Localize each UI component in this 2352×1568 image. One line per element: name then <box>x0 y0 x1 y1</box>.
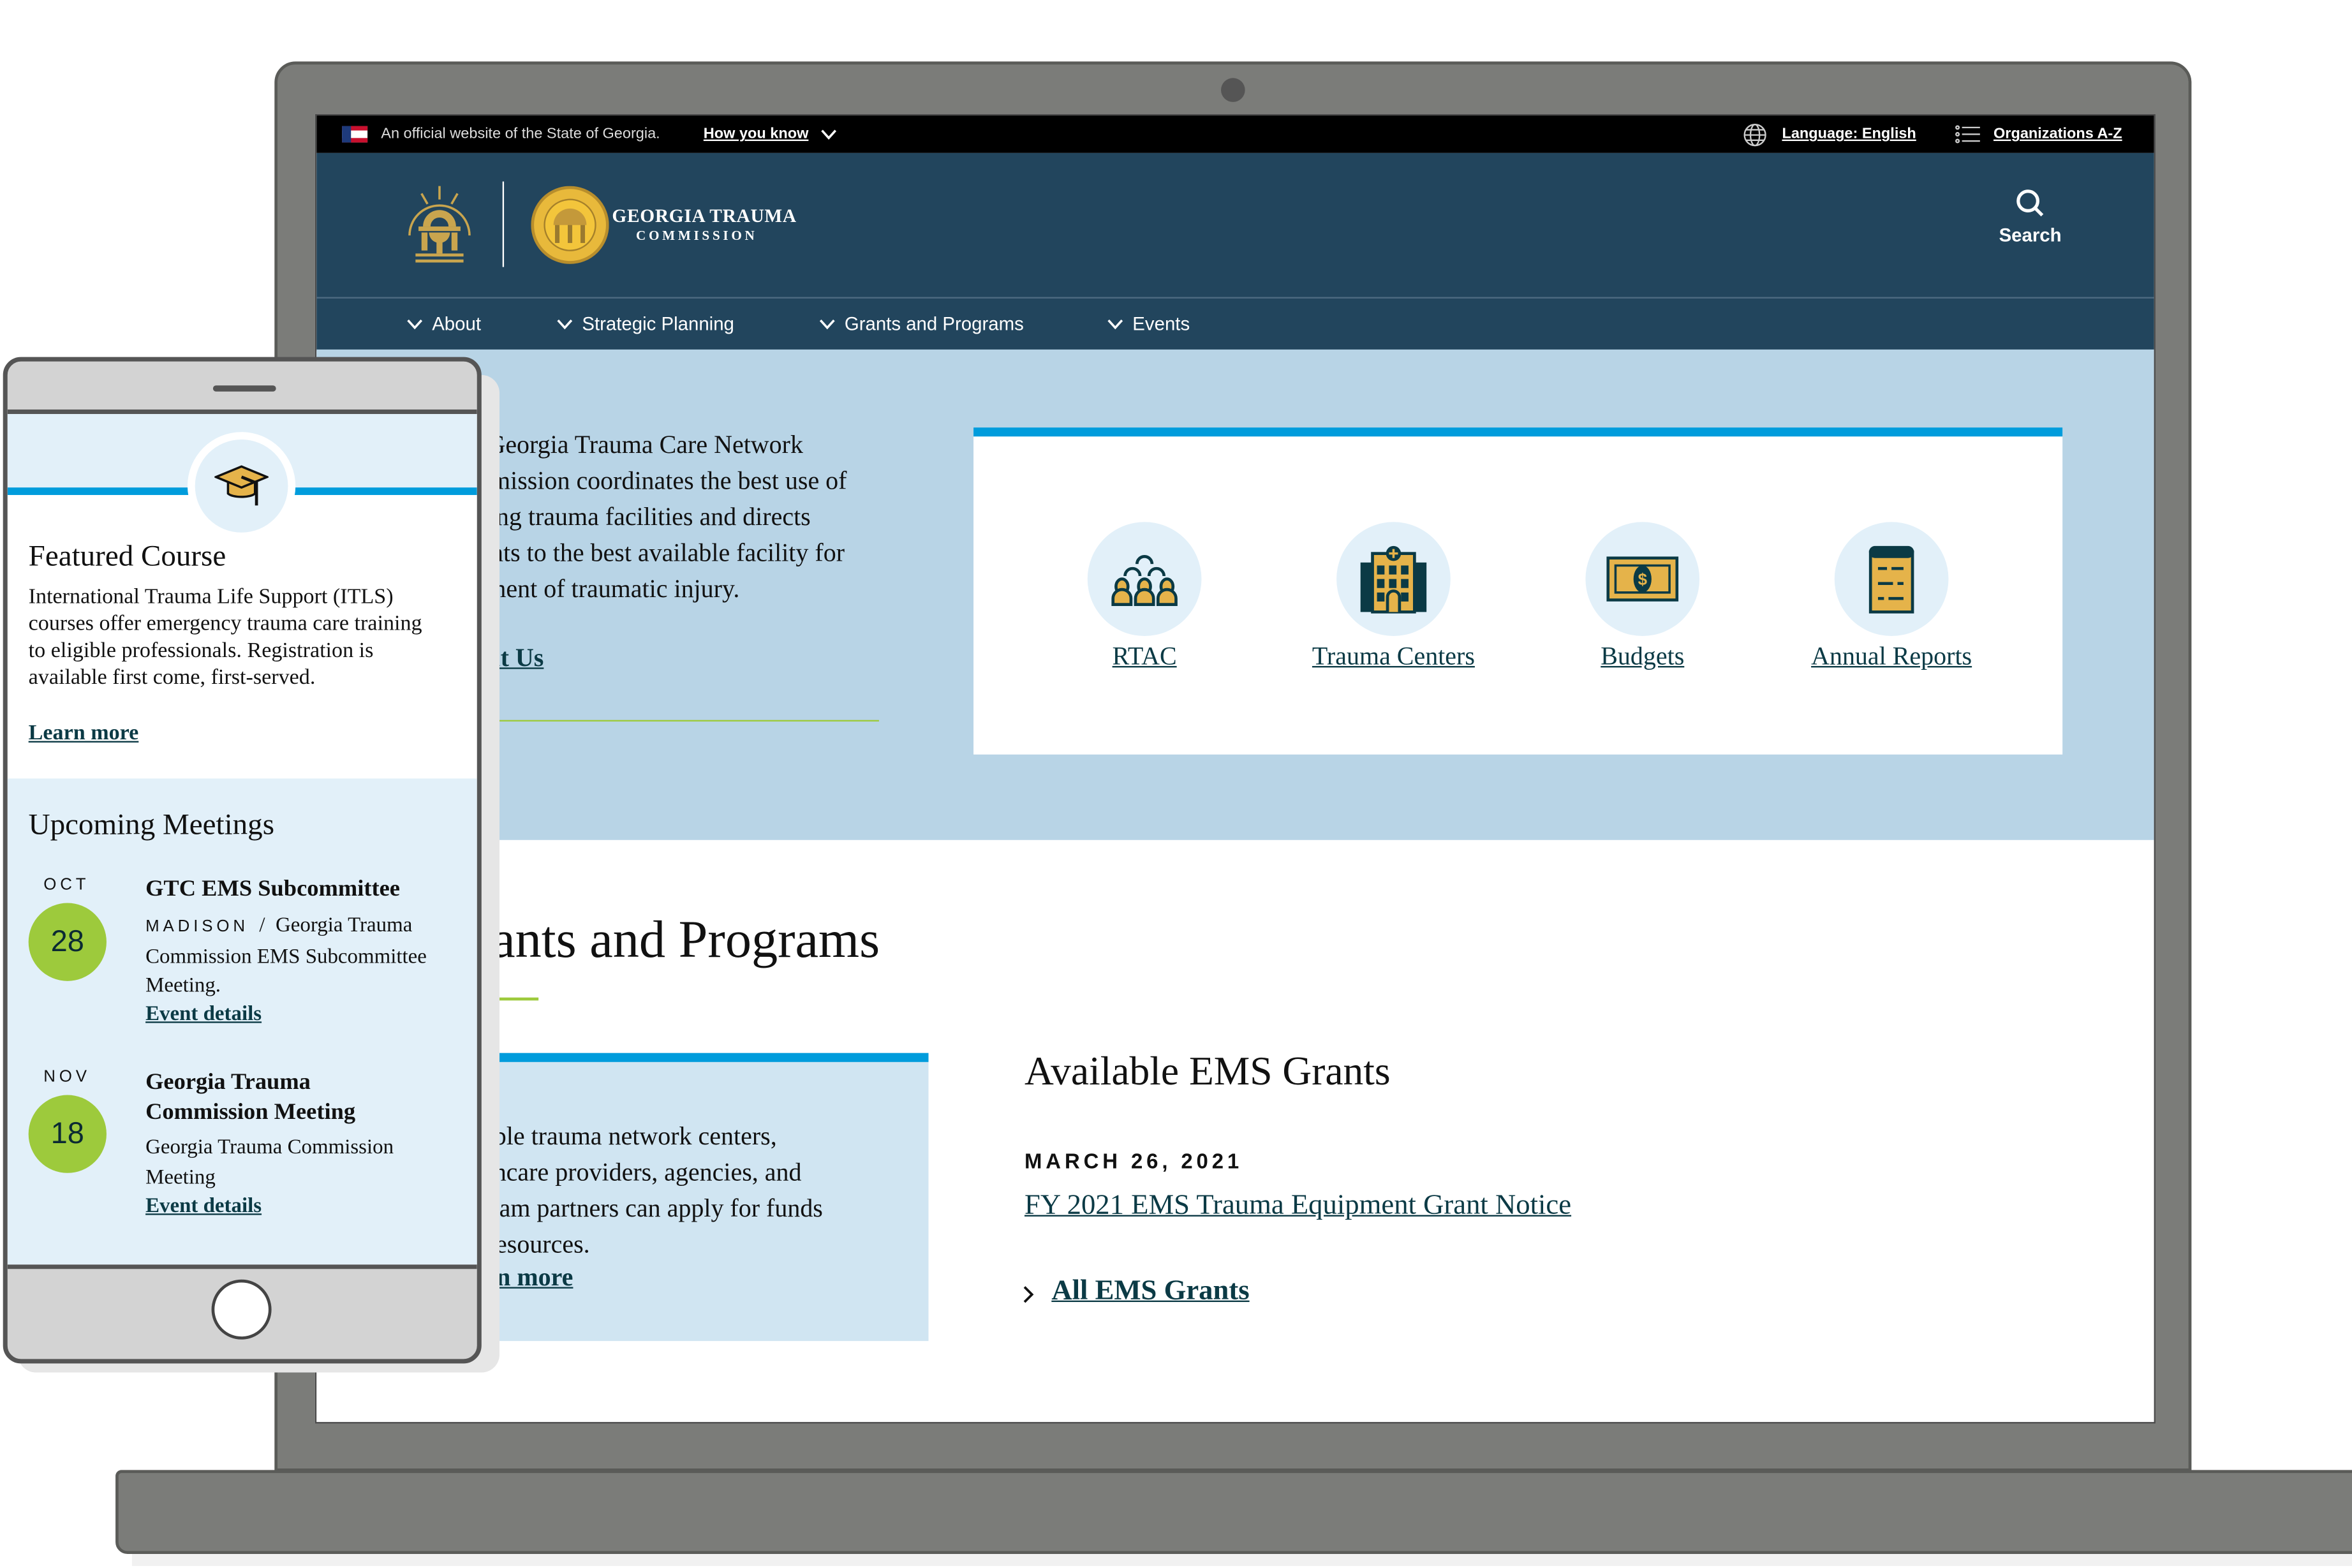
search-button[interactable]: Search <box>1981 188 2079 246</box>
list-icon <box>1955 125 1980 144</box>
hero-divider <box>441 720 879 722</box>
meeting-title: GTC EMS Subcommittee <box>145 876 400 902</box>
official-text: An official website of the State of Geor… <box>381 126 660 143</box>
scroll-icon <box>1868 545 1914 614</box>
grant-notice-link[interactable]: FY 2021 EMS Trauma Equipment Grant Notic… <box>1024 1190 1571 1223</box>
graduation-cap-icon <box>214 465 269 506</box>
language-link[interactable]: Language: English <box>1782 126 1916 143</box>
georgia-flag-icon <box>342 126 368 143</box>
quick-link-label: Budgets <box>1601 642 1685 671</box>
meeting-location: MADISON <box>145 918 249 936</box>
quick-link-label: Trauma Centers <box>1312 642 1475 671</box>
laptop-screen: An official website of the State of Geor… <box>314 114 2156 1424</box>
logo-subtitle: COMMISSION <box>635 228 758 243</box>
hero-section: The Georgia Trauma Care Network Commissi… <box>316 349 2154 840</box>
georgia-arch-logo[interactable] <box>404 182 476 266</box>
official-banner: An official website of the State of Geor… <box>316 115 2154 153</box>
main-nav: About Strategic Planning Grants and Prog… <box>316 297 2154 351</box>
nav-label: About <box>432 313 482 335</box>
chevron-down-icon <box>819 319 835 330</box>
meeting-day: 18 <box>50 1116 84 1150</box>
globe-icon <box>1743 123 1766 147</box>
nav-label: Strategic Planning <box>582 313 734 335</box>
upcoming-meetings-section: Upcoming Meetings OCT 28 GTC EMS Subcomm… <box>7 778 477 1265</box>
grants-heading: Grants and Programs <box>436 910 880 970</box>
nav-events[interactable]: Events <box>1107 313 1190 334</box>
phone-home-button[interactable] <box>211 1279 272 1340</box>
nav-strategic-planning[interactable]: Strategic Planning <box>556 313 734 334</box>
chevron-down-icon <box>821 129 837 140</box>
meeting-month: NOV <box>43 1068 91 1086</box>
phone-speaker <box>212 385 276 392</box>
meeting-desc: Georgia Trauma Commission Meeting <box>145 1137 394 1189</box>
logo-divider <box>502 181 505 267</box>
chevron-right-icon <box>1023 1286 1034 1303</box>
nav-label: Grants and Programs <box>844 313 1024 335</box>
quick-link-rtac[interactable]: RTAC <box>1024 522 1264 672</box>
quick-link-annual-reports[interactable]: Annual Reports <box>1771 522 2011 672</box>
site-header: GEORGIA TRAUMA COMMISSION Search <box>316 152 2154 297</box>
nav-about[interactable]: About <box>406 313 481 334</box>
phone-frame: Featured Course International Trauma Lif… <box>3 357 482 1364</box>
meetings-heading: Upcoming Meetings <box>28 808 275 842</box>
event-details-link[interactable]: Event details <box>145 1195 262 1220</box>
quick-link-label: Annual Reports <box>1811 642 1972 671</box>
money-bill-icon: $ <box>1606 556 1679 602</box>
featured-course-body: International Trauma Life Support (ITLS)… <box>28 585 422 690</box>
quick-link-label: RTAC <box>1112 642 1177 671</box>
nav-label: Events <box>1132 313 1190 335</box>
graduation-cap-badge <box>195 439 288 533</box>
grants-box-text: Eligible trauma network centers, healthc… <box>444 1121 823 1259</box>
organizations-link[interactable]: Organizations A-Z <box>1993 126 2122 143</box>
quick-link-trauma-centers[interactable]: Trauma Centers <box>1273 522 1513 672</box>
meeting-title: Georgia Trauma Commission Meeting <box>145 1069 356 1125</box>
georgia-seal-logo[interactable] <box>531 186 609 264</box>
search-label: Search <box>1999 225 2062 246</box>
meeting-month: OCT <box>43 876 90 894</box>
grant-date: MARCH 26, 2021 <box>1024 1149 1243 1173</box>
quick-links-card: RTAC Trauma Centers $ Budgets Annual Rep… <box>973 427 2063 755</box>
chevron-down-icon <box>407 319 423 330</box>
chevron-down-icon <box>557 319 573 330</box>
available-grants-heading: Available EMS Grants <box>1024 1048 1391 1094</box>
people-group-icon <box>1111 555 1178 606</box>
meeting-day-badge: 28 <box>28 903 107 981</box>
how-you-know-link[interactable]: How you know <box>704 126 809 143</box>
nav-grants-and-programs[interactable]: Grants and Programs <box>819 313 1024 334</box>
meeting-day: 28 <box>50 924 84 958</box>
laptop-camera <box>1221 78 1245 102</box>
chevron-down-icon <box>1107 319 1123 330</box>
search-icon <box>2016 189 2043 217</box>
all-ems-grants-link[interactable]: All EMS Grants <box>1051 1275 1249 1308</box>
phone-screen: Featured Course International Trauma Lif… <box>7 409 477 1269</box>
quick-link-budgets[interactable]: $ Budgets <box>1523 522 1763 672</box>
featured-course-title: Featured Course <box>28 540 226 573</box>
hospital-icon <box>1360 545 1427 614</box>
svg-text:$: $ <box>1638 571 1648 589</box>
logo-title: GEORGIA TRAUMA <box>612 205 797 227</box>
meeting-day-badge: 18 <box>28 1095 107 1173</box>
event-details-link[interactable]: Event details <box>145 1003 262 1028</box>
hero-text: The Georgia Trauma Care Network Commissi… <box>441 430 847 603</box>
featured-learn-more-link[interactable]: Learn more <box>29 721 139 747</box>
laptop-base <box>115 1470 2352 1555</box>
